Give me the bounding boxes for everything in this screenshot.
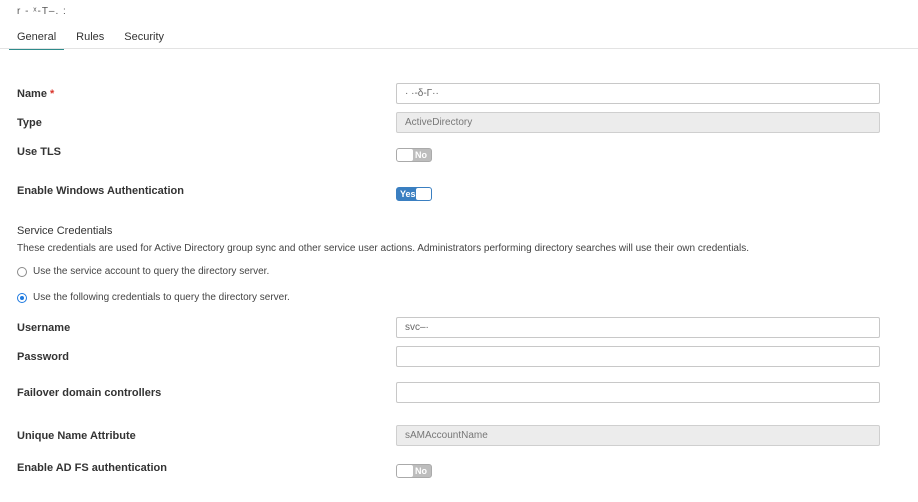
tab-divider [0, 48, 918, 49]
radio-service-account[interactable]: Use the service account to query the dir… [17, 266, 269, 277]
name-input[interactable]: · ·-δ-Γ·· [396, 83, 880, 104]
password-input[interactable] [396, 346, 880, 367]
name-label: Name * [17, 88, 54, 100]
use-tls-label: Use TLS [17, 146, 62, 158]
windows-auth-toggle[interactable]: Yes [396, 187, 432, 201]
service-credentials-title: Service Credentials [17, 225, 113, 237]
failover-label: Failover domain controllers [17, 387, 162, 399]
toggle-knob [416, 188, 431, 200]
toggle-knob [397, 149, 413, 161]
service-credentials-description: These credentials are used for Active Di… [17, 243, 749, 254]
username-input[interactable]: svc–· [396, 317, 880, 338]
window-title: r - ˣ-T–. : [17, 6, 67, 17]
toggle-state: No [415, 466, 427, 476]
username-label: Username [17, 322, 71, 334]
toggle-state: Yes [400, 189, 416, 199]
unique-name-field: sAMAccountName [396, 425, 880, 446]
toggle-state: No [415, 150, 427, 160]
adfs-toggle[interactable]: No [396, 464, 432, 478]
radio-label: Use the service account to query the dir… [33, 266, 270, 277]
unique-name-label: Unique Name Attribute [17, 430, 136, 442]
radio-following-credentials[interactable]: Use the following credentials to query t… [17, 292, 290, 303]
toggle-knob [397, 465, 413, 477]
failover-input[interactable] [396, 382, 880, 403]
adfs-label: Enable AD FS authentication [17, 462, 167, 474]
radio-button[interactable] [17, 266, 27, 277]
required-marker: * [50, 88, 55, 100]
name-label-text: Name [17, 88, 47, 100]
use-tls-toggle[interactable]: No [396, 148, 432, 162]
type-label: Type [17, 117, 42, 129]
radio-label: Use the following credentials to query t… [33, 292, 290, 303]
radio-button-selected[interactable] [17, 292, 27, 303]
type-field: ActiveDirectory [396, 112, 880, 133]
password-label: Password [17, 351, 69, 363]
windows-auth-label: Enable Windows Authentication [17, 185, 184, 197]
